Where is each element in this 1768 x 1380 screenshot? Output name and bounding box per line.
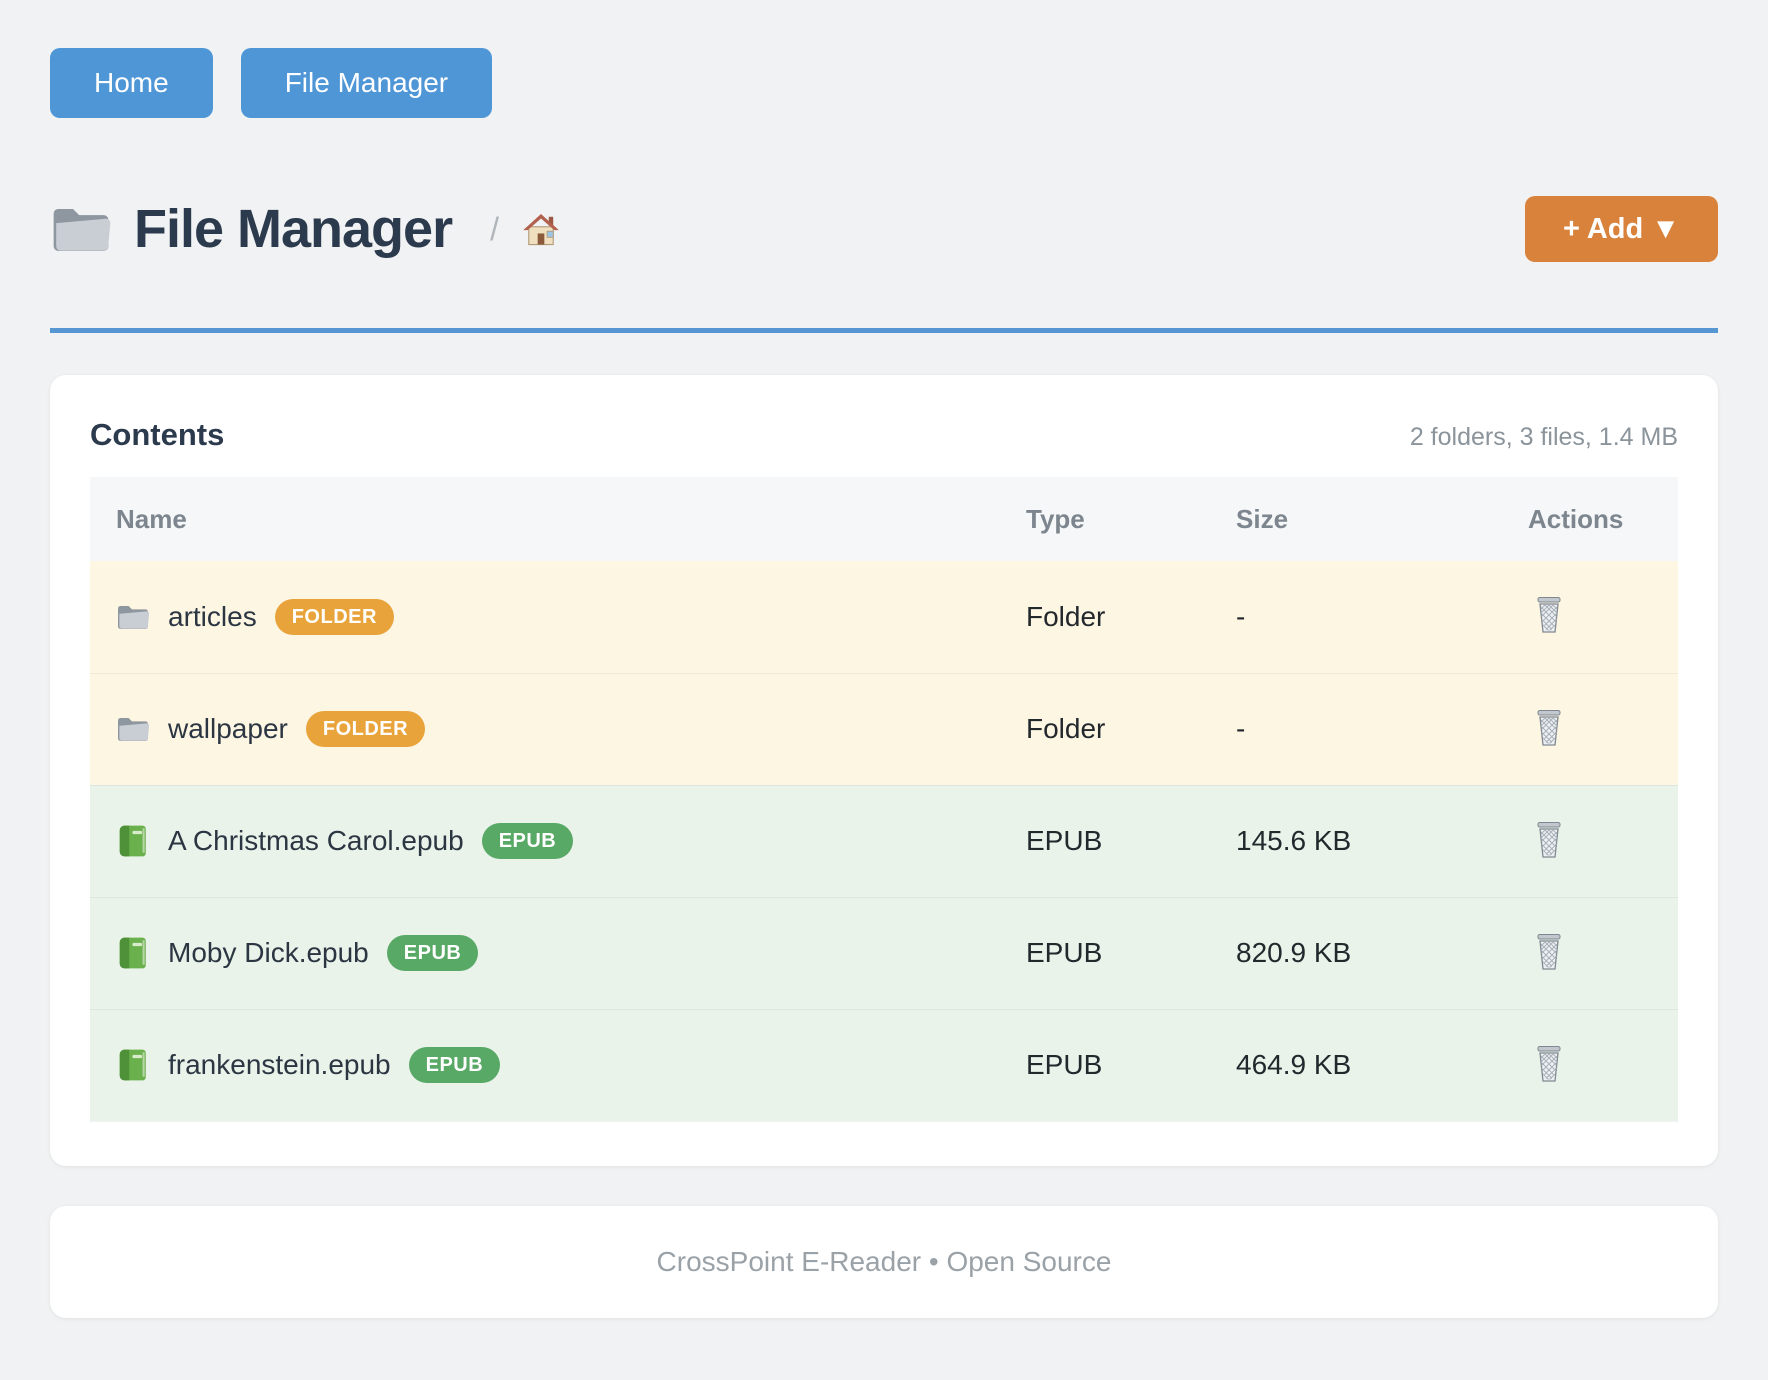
column-header-actions: Actions xyxy=(1528,477,1678,561)
folder-icon xyxy=(116,600,150,634)
table-row: articles FOLDER Folder - xyxy=(90,561,1678,673)
column-header-type: Type xyxy=(1026,477,1236,561)
house-icon[interactable] xyxy=(521,210,561,248)
file-size: - xyxy=(1236,673,1528,785)
file-type: EPUB xyxy=(1026,897,1236,1009)
file-type: EPUB xyxy=(1026,785,1236,897)
home-button[interactable]: Home xyxy=(50,48,213,118)
type-badge: EPUB xyxy=(482,823,574,859)
file-name[interactable]: Moby Dick.epub xyxy=(168,937,369,969)
contents-summary: 2 folders, 3 files, 1.4 MB xyxy=(1410,423,1678,452)
footer-text: CrossPoint E-Reader • Open Source xyxy=(657,1246,1112,1277)
book-icon xyxy=(116,936,150,970)
type-badge: EPUB xyxy=(387,935,479,971)
trash-icon xyxy=(1534,1045,1564,1083)
table-row: Moby Dick.epub EPUB EPUB 820.9 KB xyxy=(90,897,1678,1009)
file-name[interactable]: A Christmas Carol.epub xyxy=(168,825,464,857)
type-badge: FOLDER xyxy=(306,711,425,747)
trash-icon xyxy=(1534,933,1564,971)
file-size: 464.9 KB xyxy=(1236,1009,1528,1121)
breadcrumb-separator: / xyxy=(490,211,499,248)
column-header-name: Name xyxy=(90,477,1026,561)
file-name[interactable]: wallpaper xyxy=(168,713,288,745)
contents-heading: Contents xyxy=(90,417,224,453)
file-name[interactable]: frankenstein.epub xyxy=(168,1049,391,1081)
page-title: File Manager xyxy=(134,198,452,260)
file-name[interactable]: articles xyxy=(168,601,257,633)
book-icon xyxy=(116,824,150,858)
folder-icon xyxy=(116,712,150,746)
book-icon xyxy=(116,1048,150,1082)
column-header-size: Size xyxy=(1236,477,1528,561)
page: Home File Manager File Manager / + Add ▼… xyxy=(0,0,1768,1318)
file-size: 820.9 KB xyxy=(1236,897,1528,1009)
trash-icon xyxy=(1534,596,1564,634)
file-manager-button[interactable]: File Manager xyxy=(241,48,492,118)
delete-button[interactable] xyxy=(1528,592,1570,641)
trash-icon xyxy=(1534,821,1564,859)
trash-icon xyxy=(1534,709,1564,747)
add-button[interactable]: + Add ▼ xyxy=(1525,196,1718,262)
delete-button[interactable] xyxy=(1528,929,1570,978)
top-nav: Home File Manager xyxy=(50,48,1718,118)
file-size: 145.6 KB xyxy=(1236,785,1528,897)
header-divider xyxy=(50,328,1718,333)
folder-icon xyxy=(50,203,112,255)
file-type: Folder xyxy=(1026,561,1236,673)
title-group: File Manager / xyxy=(50,198,561,260)
table-row: A Christmas Carol.epub EPUB EPUB 145.6 K… xyxy=(90,785,1678,897)
contents-card: Contents 2 folders, 3 files, 1.4 MB Name… xyxy=(50,375,1718,1166)
table-row: frankenstein.epub EPUB EPUB 464.9 KB xyxy=(90,1009,1678,1121)
delete-button[interactable] xyxy=(1528,817,1570,866)
table-row: wallpaper FOLDER Folder - xyxy=(90,673,1678,785)
type-badge: EPUB xyxy=(409,1047,501,1083)
file-size: - xyxy=(1236,561,1528,673)
file-table: Name Type Size Actions articles FOLDER F… xyxy=(90,477,1678,1122)
delete-button[interactable] xyxy=(1528,1041,1570,1090)
file-type: Folder xyxy=(1026,673,1236,785)
type-badge: FOLDER xyxy=(275,599,394,635)
page-header: File Manager / + Add ▼ xyxy=(50,196,1718,262)
delete-button[interactable] xyxy=(1528,705,1570,754)
file-type: EPUB xyxy=(1026,1009,1236,1121)
table-header-row: Name Type Size Actions xyxy=(90,477,1678,561)
footer-card: CrossPoint E-Reader • Open Source xyxy=(50,1206,1718,1318)
contents-card-header: Contents 2 folders, 3 files, 1.4 MB xyxy=(90,417,1678,453)
